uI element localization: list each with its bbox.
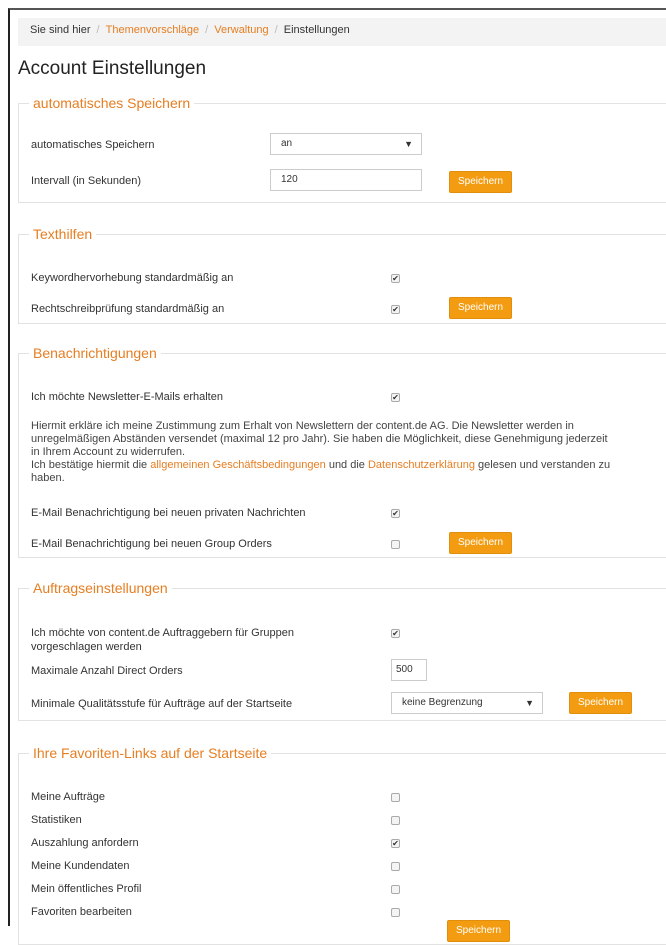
fieldset-autosave: automatisches Speichern automatisches Sp… (18, 95, 666, 203)
spellcheck-label: Rechtschreibprüfung standardmäßig an (31, 303, 225, 315)
caret-down-icon: ▼ (404, 139, 413, 149)
newsletter-label: Ich möchte Newsletter-E-Mails erhalten (31, 391, 223, 403)
fav-checkbox-auftraege[interactable] (391, 793, 400, 802)
group-order-notify-checkbox[interactable] (391, 540, 400, 549)
fieldset-auftragseinstellungen: Auftragseinstellungen Ich möchte von con… (18, 580, 666, 721)
privacy-link[interactable]: Datenschutzerklärung (368, 459, 475, 471)
agb-link[interactable]: allgemeinen Geschäftsbedingungen (150, 459, 326, 471)
fieldset-texthilfen: Texthilfen Keywordhervorhebung standardm… (18, 226, 666, 324)
texthilfen-save-button[interactable]: Speichern (449, 297, 513, 319)
fav-label-kundendaten: Meine Kundendaten (31, 860, 130, 872)
terms-confirmation-text: Ich bestätige hiermit die allgemeinen Ge… (31, 459, 611, 485)
group-suggest-label: Ich möchte von content.de Auftraggebern … (31, 627, 294, 653)
max-direct-orders-input[interactable]: 500 (391, 659, 427, 681)
fav-checkbox-favoriten-bearbeiten[interactable] (391, 908, 400, 917)
fav-checkbox-kundendaten[interactable] (391, 862, 400, 871)
private-message-notify-label: E-Mail Benachrichtigung bei neuen privat… (31, 507, 306, 519)
page-title: Account Einstellungen (18, 58, 207, 79)
breadcrumb-separator: / (205, 24, 209, 36)
autosave-select[interactable]: an ▼ (270, 133, 422, 155)
fav-label-auszahlung: Auszahlung anfordern (31, 837, 139, 849)
legend-auftragseinstellungen: Auftragseinstellungen (33, 580, 168, 596)
private-message-notify-checkbox[interactable]: ✔ (391, 509, 400, 518)
caret-down-icon: ▼ (525, 698, 534, 708)
autosave-label: automatisches Speichern (31, 139, 155, 151)
fav-label-statistiken: Statistiken (31, 814, 82, 826)
keyword-highlight-checkbox[interactable]: ✔ (391, 274, 400, 283)
breadcrumb-link-themenvorschlaege[interactable]: Themenvorschläge (106, 24, 200, 36)
min-quality-select-value: keine Begrenzung (402, 697, 483, 708)
keyword-highlight-label: Keywordhervorhebung standardmäßig an (31, 272, 234, 284)
legend-favoriten: Ihre Favoriten-Links auf der Startseite (33, 745, 268, 761)
spellcheck-checkbox[interactable]: ✔ (391, 305, 400, 314)
fav-checkbox-profil[interactable] (391, 885, 400, 894)
fav-checkbox-auszahlung[interactable]: ✔ (391, 839, 400, 848)
legend-benachrichtigungen: Benachrichtigungen (33, 345, 157, 361)
benachrichtigungen-save-button[interactable]: Speichern (449, 532, 513, 554)
fieldset-favoriten: Ihre Favoriten-Links auf der Startseite … (18, 745, 666, 945)
min-quality-label: Minimale Qualitätsstufe für Aufträge auf… (31, 698, 293, 710)
breadcrumb: Sie sind hier / Themenvorschläge / Verwaltun… (18, 18, 666, 46)
autosave-select-value: an (281, 138, 293, 149)
breadcrumb-prefix: Sie sind hier (30, 24, 91, 36)
breadcrumb-separator: / (96, 24, 100, 36)
group-order-notify-label: E-Mail Benachrichtigung bei neuen Group … (31, 538, 272, 550)
fav-checkbox-statistiken[interactable] (391, 816, 400, 825)
fav-label-profil: Mein öffentliches Profil (31, 883, 142, 895)
interval-label: Intervall (in Sekunden) (31, 175, 142, 187)
newsletter-consent-text: Hiermit erkläre ich meine Zustimmung zum… (31, 420, 608, 458)
autosave-save-button[interactable]: Speichern (449, 171, 513, 193)
group-suggest-checkbox[interactable]: ✔ (391, 629, 400, 638)
newsletter-checkbox[interactable]: ✔ (391, 393, 400, 402)
legend-texthilfen: Texthilfen (33, 226, 93, 242)
terms-text-pre: Ich bestätige hiermit die (31, 459, 151, 471)
breadcrumb-link-verwaltung[interactable]: Verwaltung (214, 24, 268, 36)
favoriten-save-button[interactable]: Speichern (447, 920, 511, 942)
interval-input[interactable]: 120 (270, 169, 422, 191)
auftrag-save-button[interactable]: Speichern (569, 692, 633, 714)
fieldset-benachrichtigungen: Benachrichtigungen Ich möchte Newsletter… (18, 345, 666, 558)
breadcrumb-current: Einstellungen (283, 24, 350, 36)
fav-label-auftraege: Meine Aufträge (31, 791, 105, 803)
fav-label-favoriten-bearbeiten: Favoriten bearbeiten (31, 906, 132, 918)
legend-autosave: automatisches Speichern (33, 95, 191, 111)
max-direct-orders-label: Maximale Anzahl Direct Orders (31, 665, 183, 677)
breadcrumb-separator: / (274, 24, 278, 36)
min-quality-select[interactable]: keine Begrenzung ▼ (391, 692, 543, 714)
terms-text-mid: und die (325, 459, 368, 471)
